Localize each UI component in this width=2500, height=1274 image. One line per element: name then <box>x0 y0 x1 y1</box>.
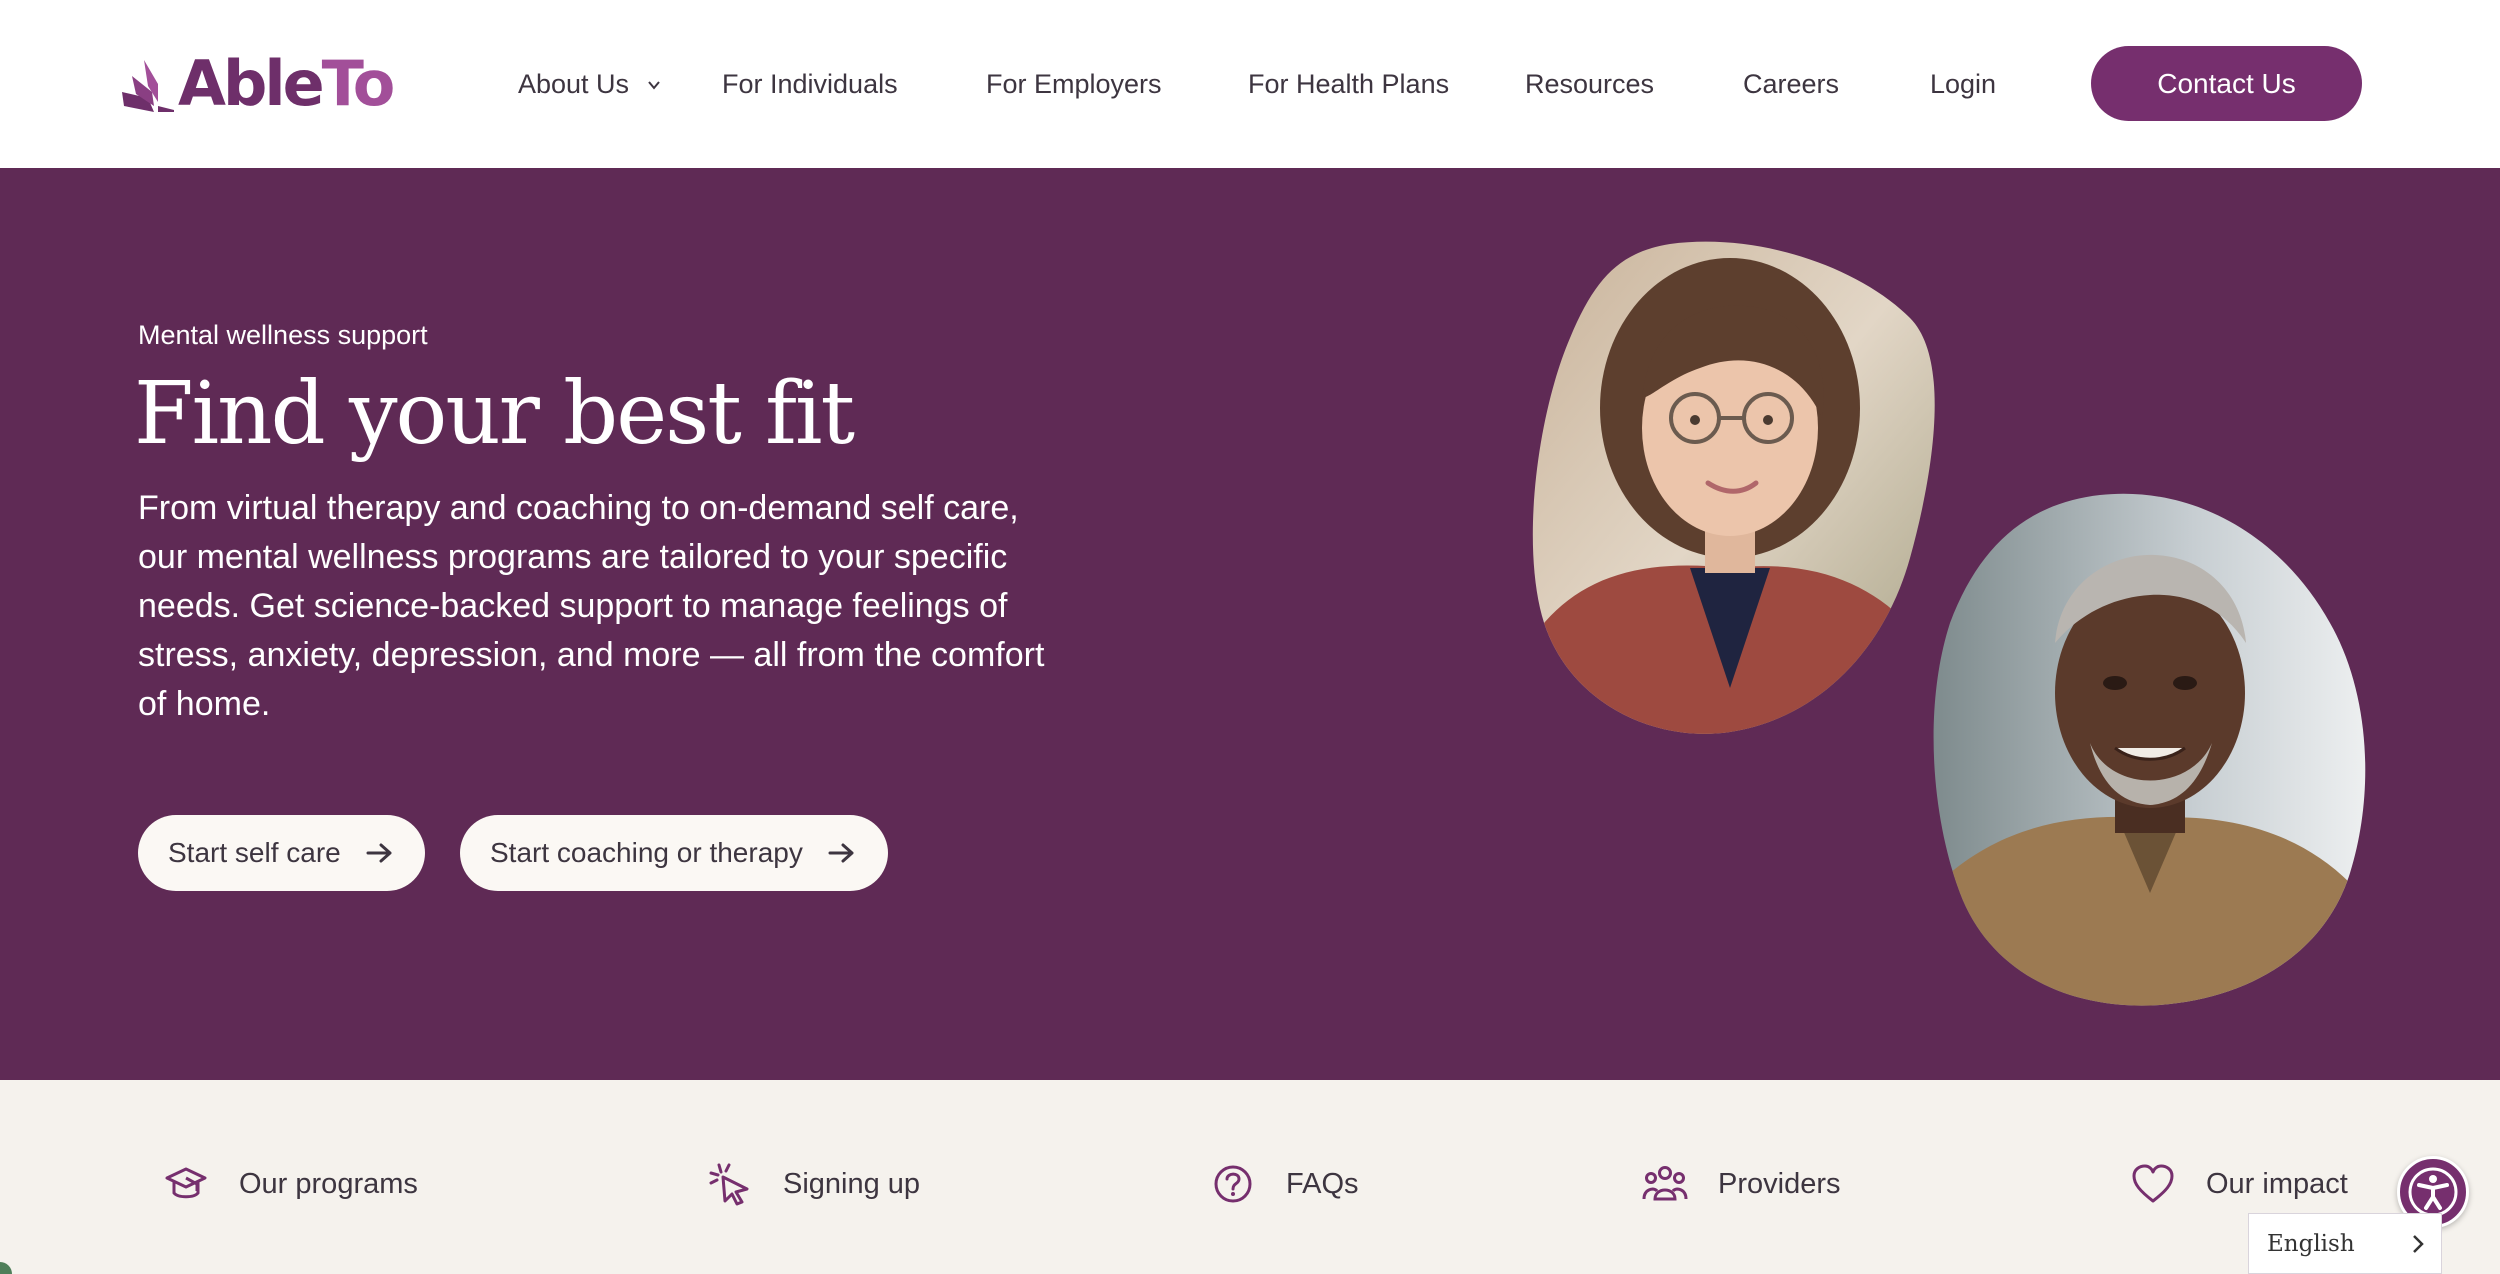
nav-about-us[interactable]: About Us <box>518 69 661 100</box>
cursor-click-icon <box>709 1163 749 1206</box>
language-label: English <box>2267 1230 2355 1257</box>
nav-careers[interactable]: Careers <box>1743 69 1839 100</box>
start-coaching-therapy-button[interactable]: Start coaching or therapy <box>460 815 888 891</box>
logo-wordmark: AbleTo <box>178 53 395 115</box>
arrow-right-icon <box>828 843 854 863</box>
chevron-right-icon <box>2413 1235 2424 1253</box>
contact-us-button[interactable]: Contact Us <box>2091 46 2362 121</box>
subnav-our-programs-label: Our programs <box>239 1167 418 1200</box>
site-header: AbleTo About Us For Individuals For Empl… <box>0 0 2500 168</box>
hero-section: Mental wellness support Find your best f… <box>0 168 2500 1080</box>
hero-title: Find your best fit <box>134 364 855 464</box>
subnav-our-impact[interactable]: Our impact <box>2130 1160 2348 1208</box>
subnav-signing-up-label: Signing up <box>783 1167 921 1200</box>
nav-about-us-label: About Us <box>518 68 630 99</box>
people-group-icon <box>1642 1166 1688 1201</box>
arrow-right-icon <box>366 843 392 863</box>
hero-description: From virtual therapy and coaching to on-… <box>138 489 1045 723</box>
logo-able-text: Able <box>178 47 325 120</box>
subnav-our-impact-label: Our impact <box>2206 1167 2348 1200</box>
start-self-care-label: Start self care <box>168 837 341 868</box>
graduation-cap-icon <box>165 1167 207 1199</box>
subnav-providers[interactable]: Providers <box>1642 1160 1841 1208</box>
subnav-our-programs[interactable]: Our programs <box>163 1160 418 1208</box>
nav-for-health-plans[interactable]: For Health Plans <box>1248 69 1449 100</box>
woman-portrait-photo <box>1532 241 1935 734</box>
heart-icon <box>2132 1164 2174 1203</box>
chevron-down-icon <box>647 81 660 90</box>
subnav-signing-up[interactable]: Signing up <box>707 1160 920 1208</box>
subnav-faqs[interactable]: FAQs <box>1210 1160 1359 1208</box>
nav-login[interactable]: Login <box>1930 69 1996 100</box>
start-coaching-therapy-label: Start coaching or therapy <box>490 837 803 868</box>
hero-eyebrow: Mental wellness support <box>138 320 428 350</box>
question-circle-icon <box>1214 1165 1252 1203</box>
accessibility-icon <box>2408 1167 2458 1217</box>
start-self-care-button[interactable]: Start self care <box>138 815 425 891</box>
nav-for-employers[interactable]: For Employers <box>986 69 1162 100</box>
section-subnav: Our programs Signing up FAQs Providers O… <box>0 1080 2500 1274</box>
logo-to-text: To <box>321 47 396 120</box>
man-portrait-photo <box>1933 493 2366 1006</box>
logo-mark-icon <box>122 60 174 112</box>
ableto-logo[interactable]: AbleTo <box>118 52 395 116</box>
subnav-providers-label: Providers <box>1718 1167 1841 1200</box>
subnav-faqs-label: FAQs <box>1286 1167 1359 1200</box>
nav-resources[interactable]: Resources <box>1525 69 1654 100</box>
language-selector[interactable]: English <box>2248 1213 2442 1274</box>
nav-for-individuals[interactable]: For Individuals <box>722 69 898 100</box>
